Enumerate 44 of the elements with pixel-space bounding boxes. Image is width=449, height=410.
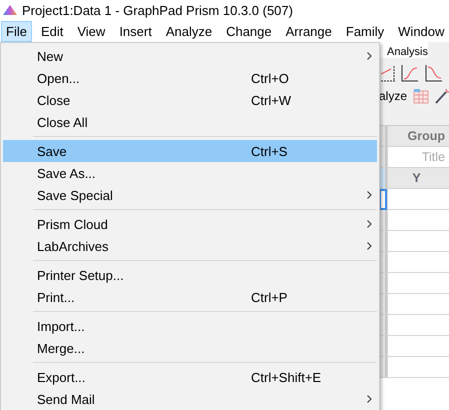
menu-entry[interactable]: Open... Ctrl+O: [3, 67, 377, 89]
menu-entry[interactable]: Prism Cloud: [3, 213, 377, 235]
table-cell[interactable]: [386, 210, 449, 231]
menu-entry[interactable]: Save Ctrl+S: [3, 140, 377, 162]
decay-chart-icon[interactable]: [424, 64, 443, 82]
menu-item[interactable]: Insert: [114, 20, 157, 42]
table-cell[interactable]: [386, 357, 449, 378]
menu-entry[interactable]: New: [3, 45, 377, 67]
magic-wand-icon[interactable]: [435, 88, 449, 104]
menu-item[interactable]: Analyze: [160, 20, 218, 42]
window-title: Project1:Data 1 - GraphPad Prism 10.3.0 (507): [22, 2, 293, 18]
menu-item[interactable]: File: [1, 20, 32, 42]
toolbar-tab[interactable]: Analysis: [378, 42, 428, 58]
table-cell[interactable]: [386, 315, 449, 336]
menu-entry[interactable]: Export... Ctrl+Shift+E: [3, 366, 377, 388]
menu-item[interactable]: Edit: [36, 20, 68, 42]
table-cell[interactable]: [386, 294, 449, 315]
menu-item[interactable]: View: [72, 20, 110, 42]
menu-entry[interactable]: Send Mail: [3, 388, 377, 410]
menu-entry[interactable]: Merge...: [3, 337, 377, 359]
menu-entry[interactable]: Close Ctrl+W: [3, 89, 377, 111]
table-cell[interactable]: [386, 189, 449, 210]
menu-entry[interactable]: Printer Setup...: [3, 264, 377, 286]
menu-entry[interactable]: Import...: [3, 315, 377, 337]
table-cell[interactable]: [386, 252, 449, 273]
app-logo-icon: [3, 5, 17, 15]
menu-item[interactable]: Arrange: [280, 20, 337, 42]
table-cell[interactable]: [386, 336, 449, 357]
menu-entry[interactable]: LabArchives: [3, 235, 377, 257]
menu-item[interactable]: Family: [340, 20, 390, 42]
menu-entry[interactable]: Save Special: [3, 184, 377, 206]
menu-item[interactable]: Window: [393, 20, 449, 42]
table-cell[interactable]: [386, 273, 449, 294]
analyze-label[interactable]: alyze: [378, 89, 407, 103]
table-cell[interactable]: [386, 231, 449, 252]
menu-entry[interactable]: Save As...: [3, 162, 377, 184]
curve-chart-icon[interactable]: [380, 64, 395, 82]
menu-entry[interactable]: Print... Ctrl+P: [3, 286, 377, 308]
menu-item[interactable]: Change: [221, 20, 277, 42]
menu-entry[interactable]: Close All: [3, 111, 377, 133]
column-group-header: Group: [386, 126, 449, 147]
column-header: Y: [386, 168, 449, 189]
table-icon[interactable]: [413, 88, 429, 104]
sigmoid-chart-icon[interactable]: [400, 64, 419, 82]
